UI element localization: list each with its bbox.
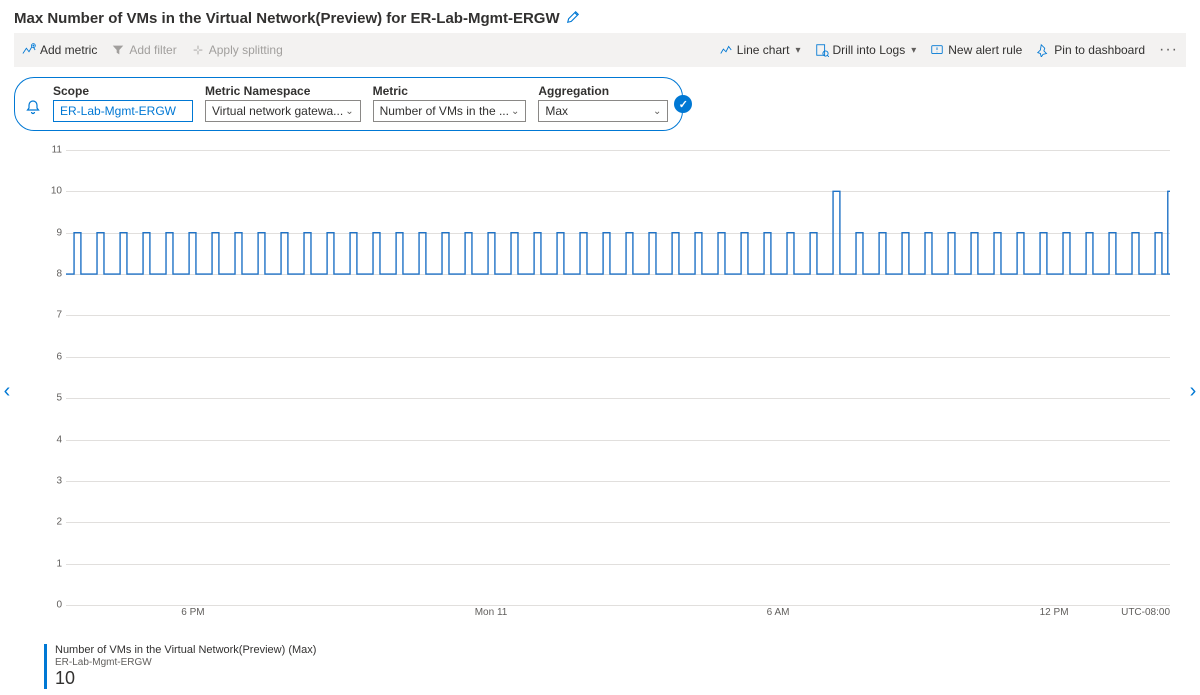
metric-confirmed-badge: ✓ — [674, 95, 692, 113]
x-tick-label: Mon 11 — [475, 607, 508, 618]
drill-into-logs-label: Drill into Logs — [833, 43, 906, 57]
y-tick-label: 3 — [44, 475, 62, 486]
chart-type-dropdown[interactable]: Line chart ▾ — [719, 43, 801, 57]
chart-next-arrow[interactable]: › — [1184, 380, 1200, 403]
edit-title-icon[interactable] — [566, 10, 580, 27]
aggregation-label: Aggregation — [538, 84, 668, 98]
y-tick-label: 10 — [44, 186, 62, 197]
new-alert-rule-label: New alert rule — [948, 43, 1022, 57]
chevron-down-icon: ▾ — [911, 45, 916, 56]
bell-icon — [25, 99, 41, 120]
chart-prev-arrow[interactable]: ‹ — [0, 380, 16, 403]
pin-to-dashboard-label: Pin to dashboard — [1054, 43, 1145, 57]
y-tick-label: 8 — [44, 269, 62, 280]
filter-icon — [111, 43, 125, 57]
line-chart-icon — [719, 43, 733, 57]
add-filter-label: Add filter — [129, 43, 176, 57]
pin-to-dashboard-button[interactable]: Pin to dashboard — [1036, 43, 1145, 57]
chevron-down-icon: ⌄ — [653, 106, 661, 117]
metric-label: Metric — [373, 84, 527, 98]
namespace-selector[interactable]: Virtual network gatewa... ⌄ — [205, 100, 361, 122]
pin-icon — [1036, 43, 1050, 57]
metrics-toolbar: Add metric Add filter Apply splitting — [14, 33, 1186, 67]
x-tick-label: 12 PM — [1040, 607, 1069, 618]
chevron-down-icon: ⌄ — [511, 106, 519, 117]
y-tick-label: 0 — [44, 600, 62, 611]
metric-selector[interactable]: Number of VMs in the ... ⌄ — [373, 100, 527, 122]
aggregation-value: Max — [545, 104, 568, 118]
aggregation-selector[interactable]: Max ⌄ — [538, 100, 668, 122]
chevron-down-icon: ⌄ — [345, 106, 353, 117]
y-tick-label: 7 — [44, 310, 62, 321]
namespace-label: Metric Namespace — [205, 84, 361, 98]
legend-series-name: Number of VMs in the Virtual Network(Pre… — [55, 644, 316, 657]
apply-splitting-label: Apply splitting — [209, 43, 283, 57]
chart: UTC-08:00 6 PM Mon 11 6 AM 12 PM 0 1 2 3 4 5 6 7 8 9… — [44, 150, 1170, 625]
chart-type-label: Line chart — [737, 43, 790, 57]
y-tick-label: 11 — [44, 145, 62, 156]
metric-picker: Scope ER-Lab-Mgmt-ERGW Metric Namespace … — [14, 77, 683, 131]
chevron-down-icon: ▾ — [795, 45, 800, 56]
add-metric-icon — [22, 43, 36, 57]
legend-value: 10 — [55, 668, 316, 689]
scope-selector[interactable]: ER-Lab-Mgmt-ERGW — [53, 100, 193, 122]
x-tick-label: 6 AM — [767, 607, 790, 618]
drill-into-logs-dropdown[interactable]: Drill into Logs ▾ — [815, 43, 917, 57]
page-title: Max Number of VMs in the Virtual Network… — [14, 10, 560, 27]
split-icon — [191, 43, 205, 57]
new-alert-rule-button[interactable]: New alert rule — [930, 43, 1022, 57]
y-tick-label: 9 — [44, 227, 62, 238]
x-tick-label: 6 PM — [181, 607, 204, 618]
timezone-label: UTC-08:00 — [1121, 607, 1170, 618]
more-options-button[interactable]: ··· — [1159, 43, 1178, 57]
logs-icon — [815, 43, 829, 57]
y-tick-label: 4 — [44, 434, 62, 445]
y-tick-label: 6 — [44, 351, 62, 362]
legend-resource: ER-Lab-Mgmt-ERGW — [55, 657, 316, 669]
add-metric-label: Add metric — [40, 43, 97, 57]
alert-rule-icon — [930, 43, 944, 57]
chart-legend: Number of VMs in the Virtual Network(Pre… — [44, 644, 316, 689]
scope-label: Scope — [53, 84, 193, 98]
metric-value: Number of VMs in the ... — [380, 104, 509, 118]
add-metric-button[interactable]: Add metric — [22, 43, 97, 57]
chart-series-line — [66, 191, 1170, 274]
y-tick-label: 1 — [44, 558, 62, 569]
y-tick-label: 5 — [44, 393, 62, 404]
add-filter-button[interactable]: Add filter — [111, 43, 176, 57]
legend-color-swatch — [44, 644, 47, 689]
apply-splitting-button[interactable]: Apply splitting — [191, 43, 283, 57]
y-tick-label: 2 — [44, 517, 62, 528]
namespace-value: Virtual network gatewa... — [212, 104, 343, 118]
scope-value: ER-Lab-Mgmt-ERGW — [60, 104, 176, 118]
